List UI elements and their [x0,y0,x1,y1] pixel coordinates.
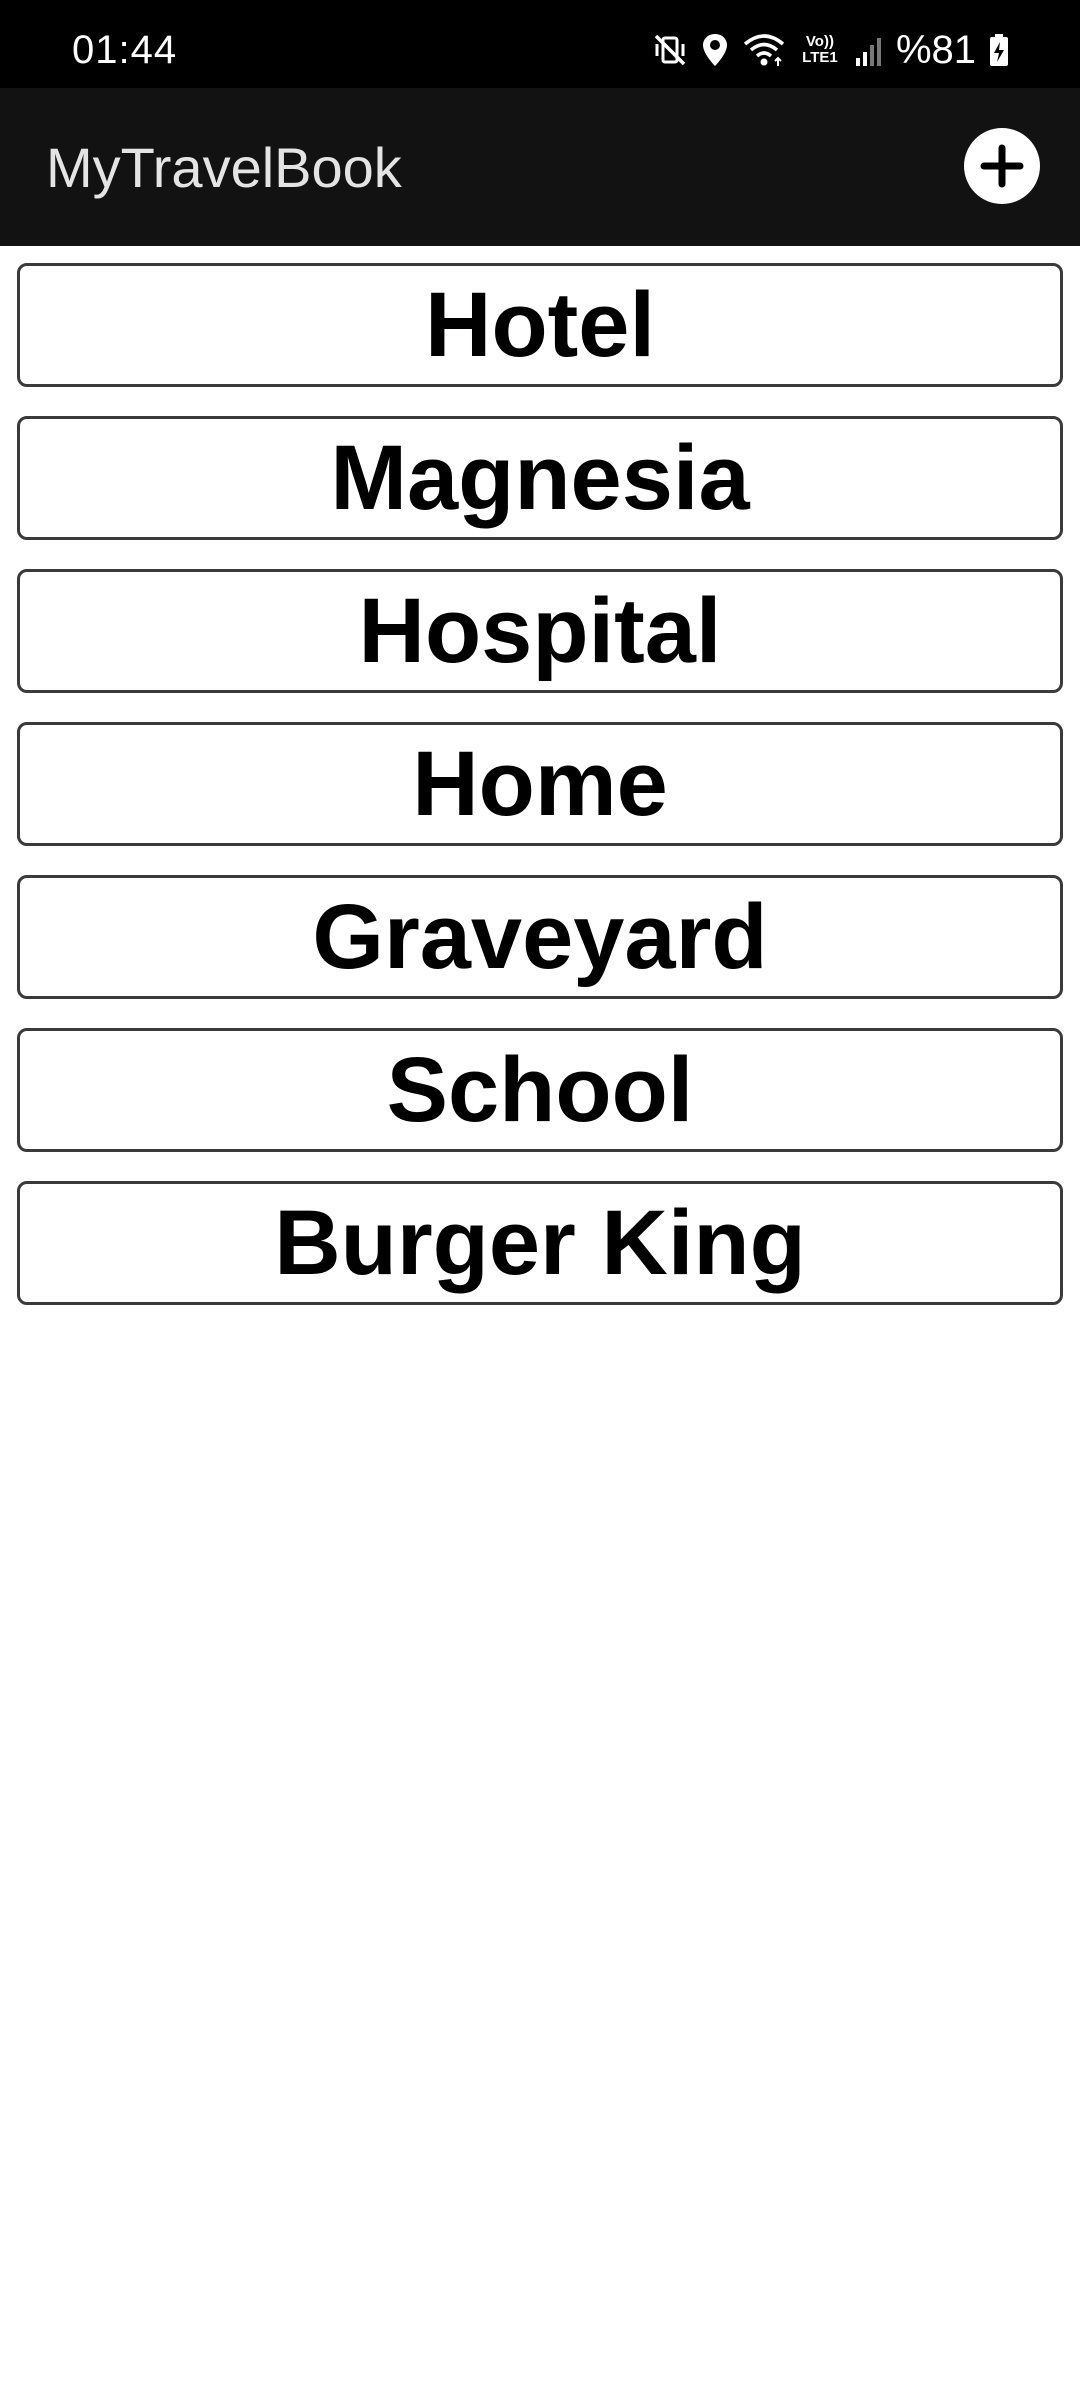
list-item-label: Home [412,733,668,835]
list-item[interactable]: Hospital [17,569,1063,693]
list-item-label: Magnesia [330,427,750,529]
app-title: MyTravelBook [46,136,402,199]
places-list: Hotel Magnesia Hospital Home Graveyard S… [17,263,1063,1334]
mute-vibrate-icon [652,32,688,68]
location-icon [700,32,730,68]
status-icons: Vo)) LTE1 %81 [652,28,1010,72]
list-item[interactable]: Graveyard [17,875,1063,999]
status-time: 01:44 [72,28,178,72]
app-bar: MyTravelBook [0,88,1080,246]
battery-percent: %81 [895,28,976,72]
list-item-label: Hotel [425,274,655,376]
list-item-label: Graveyard [312,886,768,988]
list-item-label: Hospital [358,580,722,682]
list-item[interactable]: Home [17,722,1063,846]
battery-charging-icon [988,32,1010,68]
list-item-label: Burger King [274,1192,806,1294]
volte-label: Vo)) LTE1 [802,33,838,66]
list-item[interactable]: Magnesia [17,416,1063,540]
list-item[interactable]: Hotel [17,263,1063,387]
plus-icon [980,144,1024,188]
list-item-label: School [386,1039,694,1141]
add-place-button[interactable] [964,128,1040,204]
wifi-icon [742,32,786,68]
list-item[interactable]: Burger King [17,1181,1063,1305]
list-item[interactable]: School [17,1028,1063,1152]
signal-icon [854,32,884,68]
status-bar: 01:44 Vo)) LTE1 %81 [0,0,1080,88]
